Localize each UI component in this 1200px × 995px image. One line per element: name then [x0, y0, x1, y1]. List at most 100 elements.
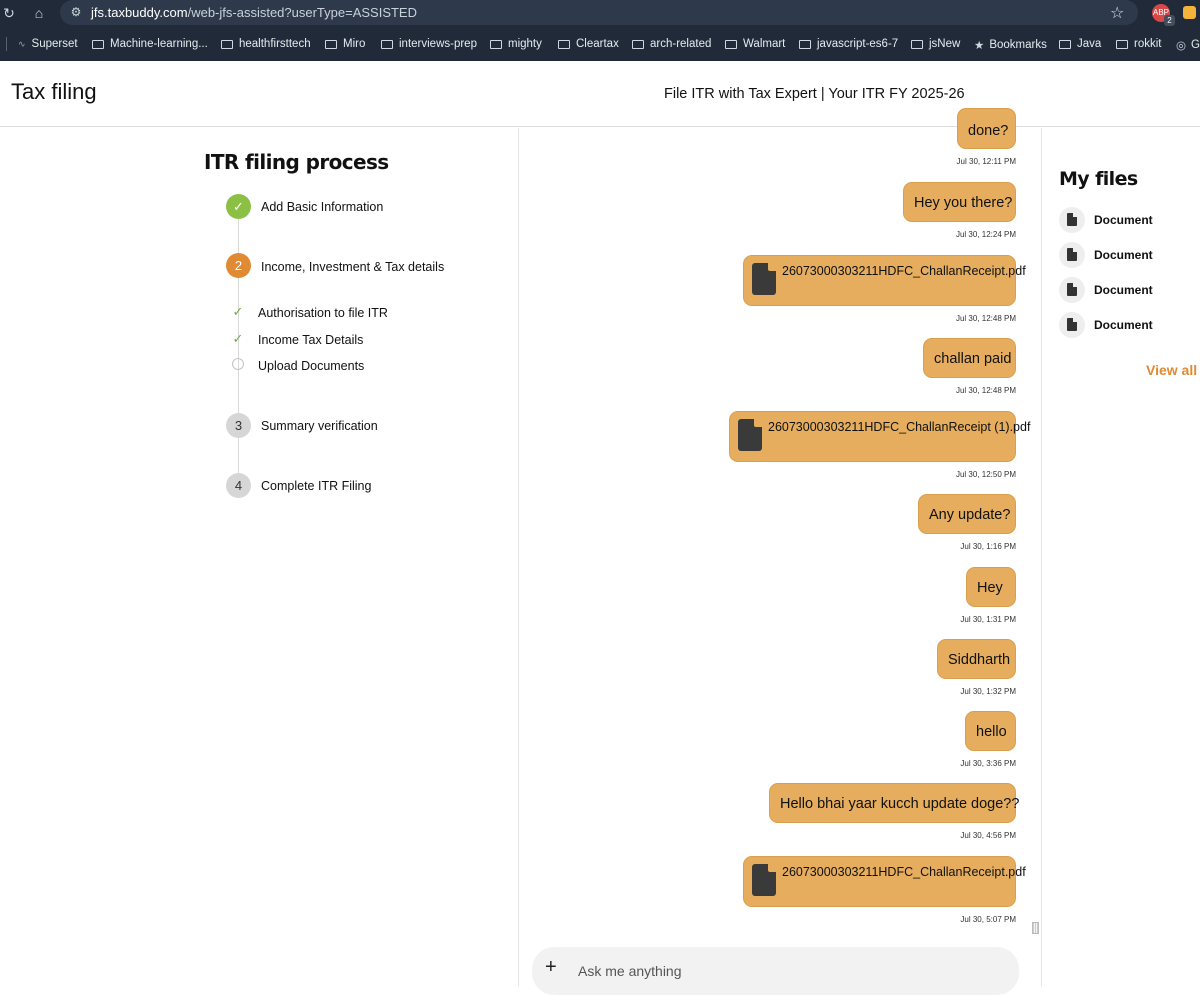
my-files-title: My files: [1059, 168, 1138, 190]
folder-icon: [221, 39, 233, 49]
folder-icon: [725, 39, 737, 49]
panel-divider: [1041, 128, 1042, 986]
step-add-basic-information[interactable]: Add Basic Information: [261, 200, 383, 214]
folder-icon: [632, 39, 644, 49]
panel-divider: [518, 128, 519, 986]
folder-icon: [490, 39, 502, 49]
message-timestamp: Jul 30, 12:48 PM: [955, 386, 1016, 395]
message-timestamp: Jul 30, 5:07 PM: [960, 915, 1016, 924]
chat-message: Siddharth: [937, 639, 1016, 679]
message-timestamp: Jul 30, 1:16 PM: [960, 542, 1016, 551]
substep-authorisation[interactable]: Authorisation to file ITR: [258, 306, 388, 320]
bookmark-folder[interactable]: rokkit: [1116, 38, 1161, 50]
document-icon: [1059, 312, 1085, 338]
folder-icon: [92, 39, 104, 49]
step-income-investment-tax[interactable]: Income, Investment & Tax details: [261, 260, 444, 274]
bookmark-folder[interactable]: Walmart: [725, 38, 785, 50]
substep-income-tax-details[interactable]: Income Tax Details: [258, 333, 363, 347]
chat-message: Hey you there?: [903, 182, 1016, 222]
bookmark-bookmarks[interactable]: ★ Bookmarks: [974, 38, 1047, 52]
document-icon: [1059, 277, 1085, 303]
message-timestamp: Jul 30, 12:48 PM: [955, 314, 1016, 323]
step-number: 4: [226, 473, 251, 498]
bookmark-folder[interactable]: Java: [1059, 38, 1101, 50]
step-connector: [238, 438, 239, 474]
bookmark-folder[interactable]: Cleartax: [558, 38, 619, 50]
chat-message: Hello bhai yaar kucch update doge??: [769, 783, 1020, 823]
url-text[interactable]: jfs.taxbuddy.com/web-jfs-assisted?userTy…: [91, 5, 417, 20]
chat-input[interactable]: + Ask me anything: [532, 947, 1019, 995]
site-settings-icon[interactable]: ⚙: [68, 4, 84, 20]
bookmarks-separator: [6, 37, 7, 51]
step-complete-itr-filing[interactable]: Complete ITR Filing: [261, 479, 371, 493]
address-bar[interactable]: ⚙ jfs.taxbuddy.com/web-jfs-assisted?user…: [60, 0, 1138, 25]
chat-input-placeholder[interactable]: Ask me anything: [578, 963, 682, 979]
message-timestamp: Jul 30, 12:11 PM: [956, 157, 1016, 166]
document-label[interactable]: Document: [1094, 213, 1153, 227]
step-summary-verification[interactable]: Summary verification: [261, 419, 378, 433]
chat-message: Hey: [966, 567, 1016, 607]
chat-scrollbar[interactable]: [1032, 922, 1039, 934]
bookmark-g[interactable]: ◎ G: [1176, 38, 1200, 52]
bookmark-folder[interactable]: arch-related: [632, 38, 711, 50]
app-header: Tax filing File ITR with Tax Expert | Yo…: [0, 61, 1200, 127]
bookmarks-bar: ∿ Superset Machine-learning... healthfirs…: [0, 27, 1200, 61]
superset-icon: ∿: [18, 38, 26, 49]
message-text: Hey: [977, 580, 1003, 596]
file-icon: [752, 263, 776, 295]
chat-file-message[interactable]: 26073000303211HDFC_ChallanReceipt.pdf: [743, 856, 1026, 907]
bookmark-folder[interactable]: javascript-es6-7: [799, 38, 898, 50]
bookmark-folder[interactable]: healthfirsttech: [221, 38, 311, 50]
clock-icon: [232, 358, 244, 370]
document-icon: [1059, 242, 1085, 268]
document-icon: [1059, 207, 1085, 233]
bookmark-folder[interactable]: jsNew: [911, 38, 960, 50]
browser-toolbar: ↻ ⌂ ⚙ jfs.taxbuddy.com/web-jfs-assisted?…: [0, 0, 1200, 27]
process-title: ITR filing process: [204, 150, 389, 174]
folder-icon: [325, 39, 337, 49]
star-icon: ★: [974, 40, 985, 52]
page-subtitle: File ITR with Tax Expert | Your ITR FY 2…: [664, 86, 965, 102]
chat-message: done?: [957, 108, 1016, 149]
bookmark-folder[interactable]: Miro: [325, 38, 365, 50]
home-icon[interactable]: ⌂: [30, 4, 48, 22]
chat-file-message[interactable]: 26073000303211HDFC_ChallanReceipt (1).pd…: [729, 411, 1030, 462]
bookmark-folder[interactable]: mighty: [490, 38, 542, 50]
bookmark-star-icon[interactable]: ☆: [1110, 3, 1124, 23]
check-icon: ✓: [232, 331, 244, 346]
chat-message: challan paid: [923, 338, 1016, 378]
document-label[interactable]: Document: [1094, 283, 1153, 297]
folder-icon: [558, 39, 570, 49]
message-text: challan paid: [934, 351, 1012, 367]
message-text: Hey you there?: [914, 195, 1013, 211]
step-done-icon: ✓: [226, 194, 251, 219]
message-text: Siddharth: [948, 652, 1011, 668]
document-label[interactable]: Document: [1094, 318, 1153, 332]
extension-icon-yellow[interactable]: [1183, 6, 1196, 19]
folder-icon: [799, 39, 811, 49]
folder-icon: [1116, 39, 1128, 49]
folder-icon: [1059, 39, 1071, 49]
reload-icon[interactable]: ↻: [0, 4, 18, 22]
bookmark-folder[interactable]: interviews-prep: [381, 38, 477, 50]
extension-badge-count: 2: [1164, 15, 1175, 26]
chat-file-message[interactable]: 26073000303211HDFC_ChallanReceipt.pdf: [743, 255, 1026, 306]
file-icon: [738, 419, 762, 451]
step-number: 3: [226, 413, 251, 438]
chat-message: hello: [965, 711, 1016, 751]
message-text: Hello bhai yaar kucch update doge??: [780, 796, 1020, 812]
extension-icon[interactable]: ABP 2: [1152, 4, 1175, 26]
bookmark-folder[interactable]: Machine-learning...: [92, 38, 208, 50]
substep-upload-documents[interactable]: Upload Documents: [258, 359, 364, 373]
document-label[interactable]: Document: [1094, 248, 1153, 262]
message-text: done?: [968, 123, 1009, 139]
file-name[interactable]: 26073000303211HDFC_ChallanReceipt.pdf: [782, 264, 1026, 278]
message-timestamp: Jul 30, 1:31 PM: [960, 615, 1016, 624]
file-name[interactable]: 26073000303211HDFC_ChallanReceipt (1).pd…: [768, 420, 1030, 434]
folder-icon: [911, 39, 923, 49]
add-attachment-button[interactable]: +: [545, 956, 557, 979]
bookmark-superset[interactable]: ∿ Superset: [18, 38, 78, 50]
file-name[interactable]: 26073000303211HDFC_ChallanReceipt.pdf: [782, 865, 1026, 879]
chat-message: Any update?: [918, 494, 1016, 534]
view-all-documents-link[interactable]: View all d: [1146, 362, 1200, 378]
